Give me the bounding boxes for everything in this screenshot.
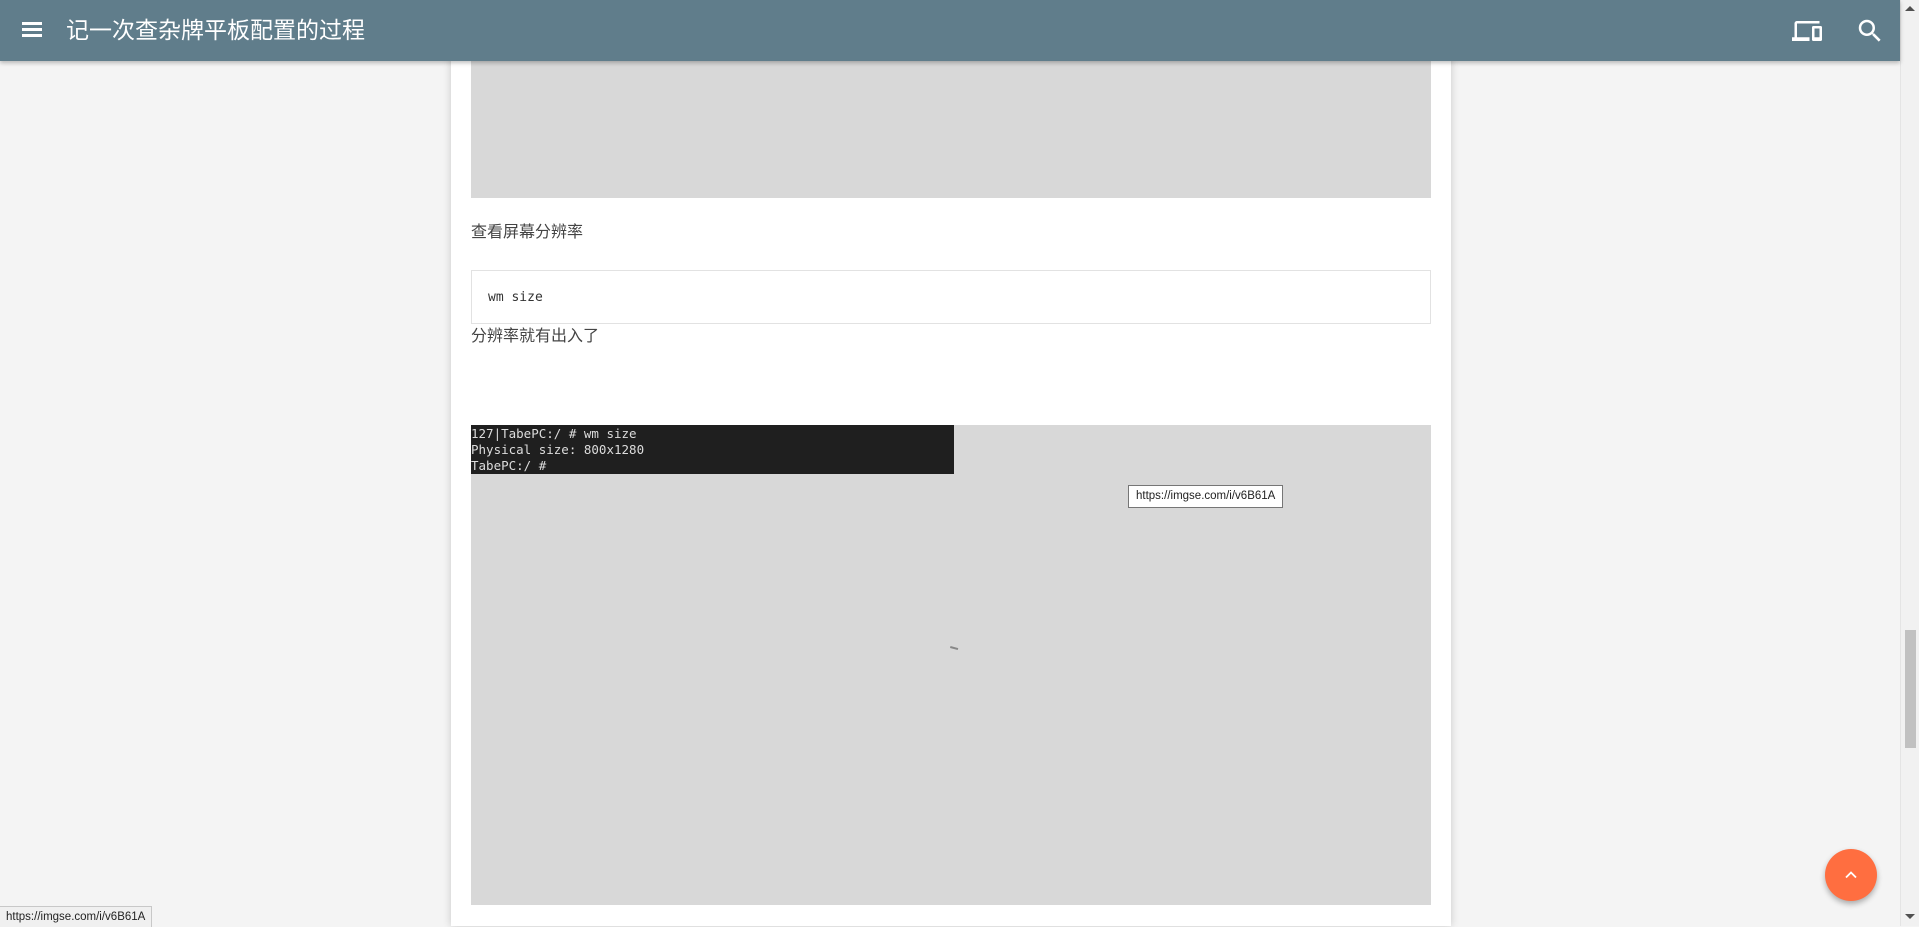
devices-icon[interactable] <box>1792 16 1822 46</box>
search-icon[interactable] <box>1855 16 1885 46</box>
terminal-line: Physical size: 800x1280 <box>471 442 645 457</box>
terminal-line: TabePC:/ # <box>471 458 547 473</box>
paragraph-view-resolution: 查看屏幕分辨率 <box>471 224 584 241</box>
menu-icon[interactable] <box>20 17 46 43</box>
scroll-thumb[interactable] <box>1905 630 1916 748</box>
image-link-tooltip: https://imgse.com/i/v6B61A <box>1128 485 1284 508</box>
terminal-screenshot: 127|TabePC:/ # wm size Physical size: 800… <box>471 425 954 474</box>
scroll-up-arrow-icon[interactable] <box>1905 6 1915 11</box>
vertical-scrollbar[interactable] <box>1900 0 1919 926</box>
paragraph-resolution-mismatch: 分辨率就有出入了 <box>471 328 600 345</box>
article-image-screenshot[interactable]: 127|TabePC:/ # wm size Physical size: 800… <box>471 425 1431 905</box>
code-block: wm size <box>471 270 1431 324</box>
chevron-up-icon <box>1845 871 1857 879</box>
loading-icon <box>949 646 959 651</box>
terminal-line: 127|TabePC:/ # wm size <box>471 426 637 441</box>
status-bar-url: https://imgse.com/i/v6B61A <box>0 906 153 927</box>
code-text: wm size <box>488 290 543 305</box>
app-bar: 记一次查杂牌平板配置的过程 <box>0 0 1900 61</box>
scroll-down-arrow-icon[interactable] <box>1905 914 1915 919</box>
article-card: 查看屏幕分辨率 wm size 分辨率就有出入了 127|TabePC:/ # … <box>451 0 1451 926</box>
back-to-top-button[interactable] <box>1825 849 1877 901</box>
page-title: 记一次查杂牌平板配置的过程 <box>66 17 365 43</box>
